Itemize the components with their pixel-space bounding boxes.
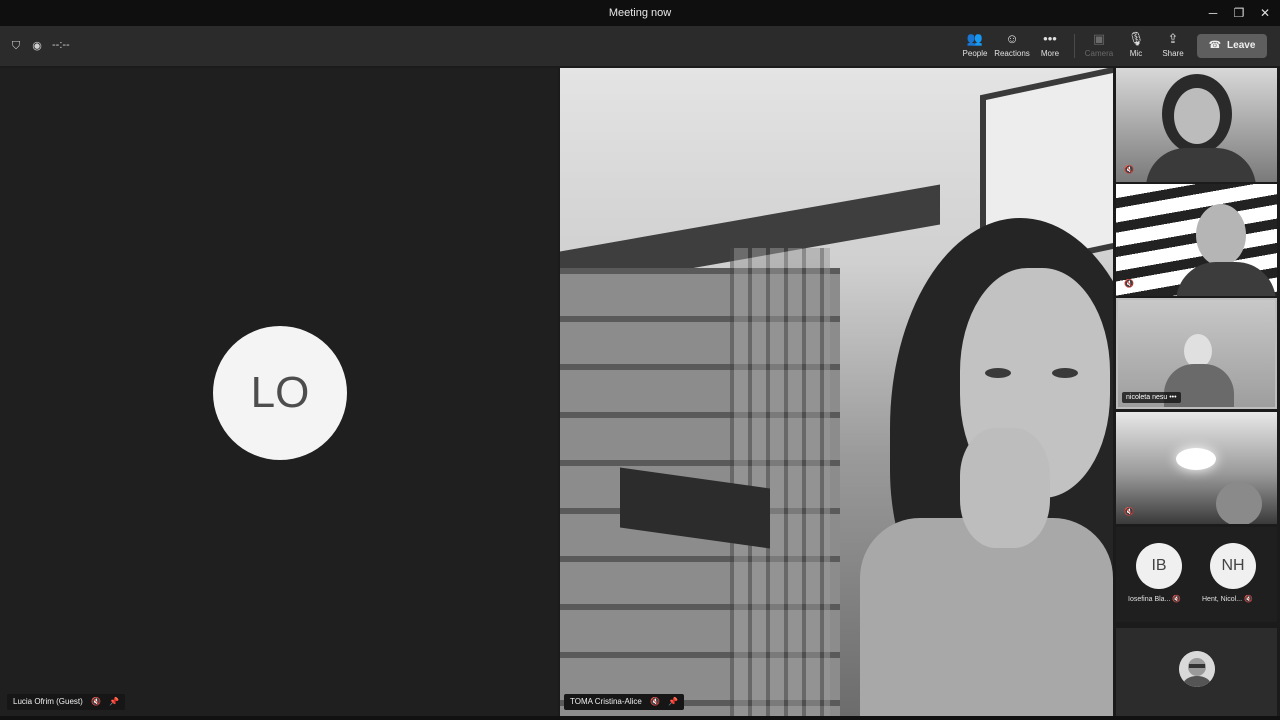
participant-nameplate: Iosefina Bla... 🔇 [1128,596,1182,603]
mic-off-icon: 🔇 [91,697,101,706]
pin-icon[interactable]: 📌 [668,697,678,706]
mic-off-icon: 🎙 [1127,31,1145,46]
mic-off-icon: 🔇 [650,697,661,706]
gallery-tile-overflow[interactable] [1116,628,1277,716]
meeting-toolbar: ⛉ ◉ --:-- 👥 People ☺ Reactions ••• More … [0,26,1280,66]
hang-up-icon: ☎ [1208,40,1222,51]
avatar [1179,651,1215,687]
video-person-body [860,518,1113,716]
participant-tile-lucia[interactable]: LO Lucia Ofrim (Guest) 🔇 📌 [0,68,558,716]
avatar: LO [213,326,347,460]
video-person-eye [1052,368,1078,378]
participant-nameplate: Hent, Nicol... 🔇 [1202,596,1253,603]
gallery-tile-4[interactable]: 🔇 [1116,412,1277,524]
minimize-button[interactable]: ─ [1200,0,1226,26]
close-button[interactable]: ✕ [1252,0,1278,26]
mic-off-icon: 🔇 [1124,165,1134,174]
shield-icon[interactable]: ⛉ [9,39,23,53]
participant-nameplate: TOMA Cristina-Alice 🔇 📌 [564,694,685,710]
more-button[interactable]: ••• More [1031,31,1069,63]
video-person-face [1216,482,1262,524]
reactions-icon: ☺ [1005,31,1019,46]
participant-nameplate: Lucia Ofrim (Guest) 🔇 📌 [7,694,126,710]
camera-off-icon: ▣ [1092,31,1106,46]
mic-button[interactable]: 🎙 Mic [1117,31,1155,63]
camera-button[interactable]: ▣ Camera [1080,31,1118,63]
pin-icon[interactable]: 📌 [109,697,119,706]
mic-off-icon: 🔇 [1124,279,1134,288]
share-button[interactable]: ⇪ Share [1154,31,1192,63]
participant-nameplate: nicoleta nesu ••• [1122,392,1181,403]
window-title: Meeting now [608,7,672,19]
video-person-face [1174,88,1220,144]
more-icon: ••• [1043,31,1057,46]
gallery-avatars-row: IB Iosefina Bla... 🔇 NH Hent, Nicol... 🔇 [1116,527,1277,622]
gallery-tile-1[interactable]: 🔇 [1116,68,1277,182]
record-status-icon: ◉ [32,40,42,52]
people-button[interactable]: 👥 People [956,31,994,63]
mic-off-icon: 🔇 [1124,507,1134,516]
toolbar-divider [1074,34,1075,58]
title-bar: Meeting now ─ ❐ ✕ [0,0,1280,26]
participant-video-toma[interactable]: TOMA Cristina-Alice 🔇 📌 [560,68,1113,716]
avatar-photo-image [1179,651,1215,687]
gallery-tile-2[interactable]: 🔇 [1116,184,1277,296]
people-icon: 👥 [966,31,984,46]
mic-off-icon: 🔇 [1172,596,1182,603]
window-bottom-edge [0,716,1280,720]
video-person-hand [960,428,1050,548]
leave-button[interactable]: ☎ Leave [1197,34,1267,58]
avatar[interactable]: NH [1210,543,1256,589]
avatar[interactable]: IB [1136,543,1182,589]
restore-button[interactable]: ❐ [1226,0,1252,26]
more-options-icon[interactable]: ••• [1169,394,1176,401]
video-person-face [1184,334,1212,368]
mic-off-icon: 🔇 [1244,596,1253,603]
video-person-eye [985,368,1011,378]
reactions-button[interactable]: ☺ Reactions [993,31,1031,63]
meeting-timer: --:-- [52,39,70,51]
video-ceiling-light [1176,448,1216,470]
gallery-tile-3[interactable]: nicoleta nesu ••• [1116,298,1277,409]
video-bookshelves-detail [730,248,830,716]
share-icon: ⇪ [1167,31,1179,46]
video-person-face [1196,204,1246,266]
